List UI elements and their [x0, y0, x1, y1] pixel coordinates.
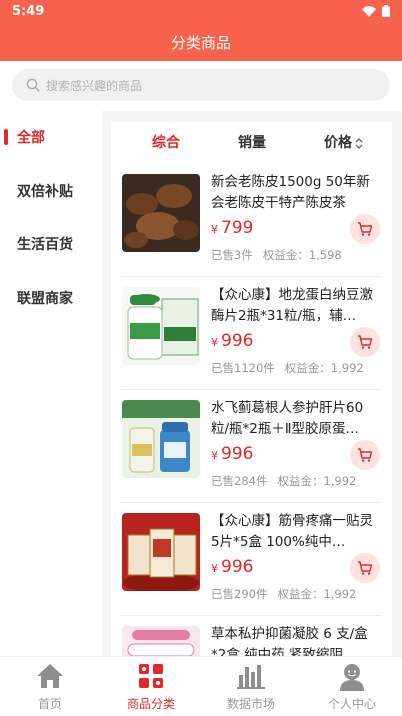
tab-label: 首页	[37, 697, 62, 711]
tab-category[interactable]: 商品分类	[101, 657, 201, 716]
price-value: 996	[221, 557, 254, 577]
price-value: 799	[221, 218, 254, 238]
product-price: ¥996	[211, 331, 253, 351]
sold-count: 已售3件	[211, 248, 253, 262]
tab-label: 综合	[152, 135, 180, 151]
tab-comprehensive[interactable]: 综合	[152, 132, 180, 152]
home-icon	[37, 664, 63, 688]
product-item[interactable]: 草本私护抑菌凝胶 6 支/盒*2盒 纯中药 紧致缩阴…	[111, 616, 392, 656]
search-input[interactable]: 搜索感兴趣的商品	[12, 69, 390, 101]
sold-count: 已售284件	[211, 474, 268, 488]
tab-home[interactable]: 首页	[0, 657, 100, 716]
currency-symbol: ¥	[211, 449, 218, 462]
add-to-cart-button[interactable]	[350, 214, 380, 244]
product-title: 水飞蓟葛根人参护肝片60粒/瓶*2瓶＋Ⅱ型胶原蛋…	[211, 400, 364, 437]
bottom-tab-bar: 首页 商品分类 数据市场 个人中心	[0, 656, 402, 716]
cart-icon	[358, 222, 373, 236]
currency-symbol: ¥	[211, 336, 218, 349]
product-meta: 已售1120件 权益金：1,992	[211, 360, 364, 376]
tab-label: 价格	[324, 135, 352, 151]
product-item[interactable]: 【众心康】地龙蛋白纳豆激酶片2瓶*31粒/瓶，辅… ¥996 已售1120件 权益…	[111, 277, 392, 390]
cart-icon	[358, 561, 373, 575]
product-title: 草本私护抑菌凝胶 6 支/盒*2盒 纯中药 紧致缩阴…	[211, 626, 368, 656]
tab-label: 数据市场	[226, 697, 275, 711]
product-title: 【众心康】地龙蛋白纳豆激酶片2瓶*31粒/瓶，辅…	[211, 287, 373, 324]
product-title: 新会老陈皮1500g 50年新会老陈皮干特产陈皮茶	[211, 174, 370, 211]
status-icons	[362, 5, 390, 17]
status-time: 5:49	[12, 4, 45, 19]
product-image[interactable]	[122, 626, 200, 656]
sidebar-item-label: 双倍补贴	[17, 184, 73, 200]
page-title: 分类商品	[170, 34, 231, 52]
product-image[interactable]	[122, 400, 200, 478]
search-area: 搜索感兴趣的商品	[0, 61, 402, 111]
price-value: 996	[221, 444, 254, 464]
header-bar: 5:49 分类商品	[0, 0, 402, 61]
battery-icon	[382, 5, 390, 17]
category-icon	[139, 664, 163, 688]
currency-symbol: ¥	[211, 562, 218, 575]
equity-amount: 权益金：1,992	[284, 361, 364, 375]
wifi-icon	[362, 5, 376, 17]
tab-label: 商品分类	[126, 697, 175, 711]
product-item[interactable]: 水飞蓟葛根人参护肝片60粒/瓶*2瓶＋Ⅱ型胶原蛋… ¥996 已售284件 权益金…	[111, 390, 392, 503]
sidebar-item-label: 全部	[17, 130, 45, 146]
tab-label: 个人中心	[327, 697, 376, 711]
add-to-cart-button[interactable]	[350, 440, 380, 470]
product-panel: 综合 销量 价格 新会老陈皮1500g 50年新会老陈皮干特产陈皮茶 ¥799 …	[111, 122, 392, 656]
search-icon	[26, 78, 40, 92]
product-image[interactable]	[122, 513, 200, 591]
add-to-cart-button[interactable]	[350, 327, 380, 357]
product-meta: 已售290件 权益金：1,992	[211, 586, 356, 602]
tab-sales[interactable]: 销量	[238, 132, 266, 152]
product-item[interactable]: 新会老陈皮1500g 50年新会老陈皮干特产陈皮茶 ¥799 已售3件 权益金：1…	[111, 164, 392, 277]
category-sidebar: 全部 双倍补贴 生活百货 联盟商家	[0, 111, 102, 656]
equity-amount: 权益金：1,992	[277, 474, 357, 488]
sidebar-item-alliance-merchants[interactable]: 联盟商家	[0, 278, 102, 318]
equity-amount: 权益金：1,598	[262, 248, 342, 262]
sold-count: 已售1120件	[211, 361, 275, 375]
currency-symbol: ¥	[211, 223, 218, 236]
cart-icon	[358, 335, 373, 349]
search-placeholder: 搜索感兴趣的商品	[46, 78, 143, 93]
price-value: 996	[221, 331, 254, 351]
sort-tabs: 综合 销量 价格	[111, 122, 392, 164]
product-price: ¥799	[211, 218, 253, 238]
product-meta: 已售3件 权益金：1,598	[211, 247, 342, 263]
equity-amount: 权益金：1,992	[277, 587, 357, 601]
product-price: ¥996	[211, 557, 253, 577]
product-meta: 已售284件 权益金：1,992	[211, 473, 356, 489]
sold-count: 已售290件	[211, 587, 268, 601]
add-to-cart-button[interactable]	[350, 553, 380, 583]
product-image[interactable]	[122, 287, 200, 365]
chart-icon	[237, 665, 265, 689]
sidebar-item-daily-goods[interactable]: 生活百货	[0, 224, 102, 264]
tab-price[interactable]: 价格	[324, 132, 363, 152]
sidebar-item-label: 生活百货	[17, 237, 73, 253]
product-price: ¥996	[211, 444, 253, 464]
tab-data-market[interactable]: 数据市场	[201, 657, 301, 716]
sidebar-item-double-subsidy[interactable]: 双倍补贴	[0, 171, 102, 211]
tab-label: 销量	[238, 135, 266, 151]
sidebar-item-all[interactable]: 全部	[0, 117, 102, 157]
sort-icon	[355, 137, 363, 149]
tab-profile[interactable]: 个人中心	[302, 657, 402, 716]
product-item[interactable]: 【众心康】筋骨疼痛一贴灵 5片*5盒 100%纯中… ¥996 已售290件 权益…	[111, 503, 392, 616]
product-image[interactable]	[122, 174, 200, 252]
user-icon	[340, 664, 364, 691]
sidebar-item-label: 联盟商家	[17, 291, 73, 307]
cart-icon	[358, 448, 373, 462]
product-title: 【众心康】筋骨疼痛一贴灵 5片*5盒 100%纯中…	[211, 513, 373, 550]
